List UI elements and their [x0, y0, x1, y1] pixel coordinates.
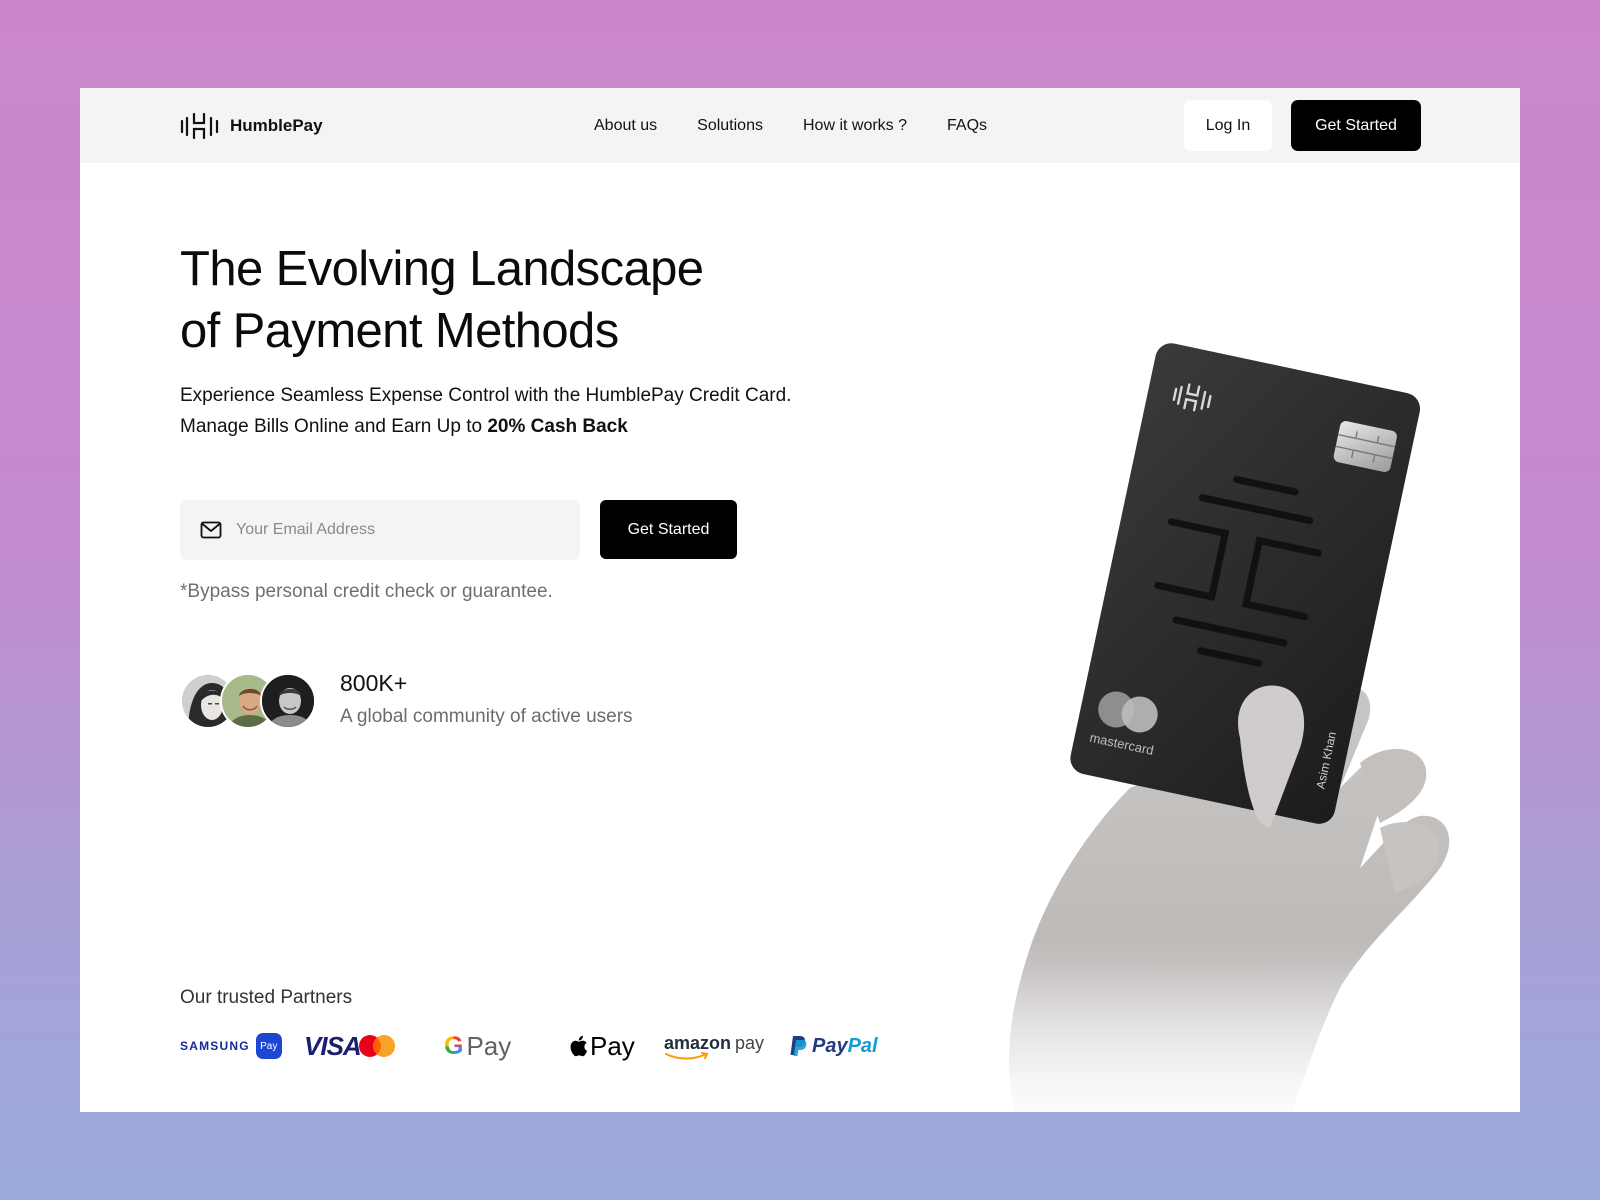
mail-icon: [200, 521, 222, 539]
mastercard-icon: [358, 1035, 395, 1057]
disclaimer-text: *Bypass personal credit check or guarant…: [180, 581, 553, 602]
paypal-icon: [790, 1036, 807, 1056]
paypal-wordmark-pay: Pay: [812, 1034, 848, 1057]
community-label: A global community of active users: [340, 706, 633, 727]
humblepay-logo-icon: [180, 112, 219, 140]
visa-mastercard-logo: VISA: [304, 1028, 397, 1064]
email-field[interactable]: [180, 500, 580, 560]
paypal-logo: Pay Pal: [788, 1028, 878, 1064]
nav-get-started-button[interactable]: Get Started: [1291, 100, 1421, 151]
samsung-wordmark: SAMSUNG: [180, 1039, 250, 1053]
amazon-pay-wordmark: pay: [735, 1032, 765, 1053]
hero-title-line1: The Evolving Landscape: [180, 242, 704, 296]
nav-link-about[interactable]: About us: [594, 117, 657, 135]
hero-subtitle: Experience Seamless Expense Control with…: [180, 380, 900, 442]
nav-link-how-it-works[interactable]: How it works ?: [803, 117, 907, 135]
hero-get-started-button[interactable]: Get Started: [600, 500, 737, 559]
nav-link-solutions[interactable]: Solutions: [697, 117, 763, 135]
nav-link-faqs[interactable]: FAQs: [947, 117, 987, 135]
hero-card-illustration: mastercard Asim Khan: [940, 268, 1460, 1112]
apple-pay-wordmark: Pay: [590, 1030, 635, 1061]
amazon-wordmark: amazon: [664, 1032, 732, 1053]
amazon-smile-icon: [665, 1051, 709, 1059]
avatar-group: [180, 673, 320, 729]
hero-title: The Evolving Landscape of Payment Method…: [180, 238, 820, 362]
nav-links: About us Solutions How it works ? FAQs: [594, 88, 987, 163]
landing-page: HumblePay About us Solutions How it work…: [80, 88, 1520, 1112]
avatar: [260, 673, 316, 729]
apple-icon: [570, 1035, 588, 1057]
amazon-pay-logo: amazon pay: [664, 1028, 764, 1064]
hero-subtitle-line1: Experience Seamless Expense Control with…: [180, 385, 792, 406]
hero-title-line2: of Payment Methods: [180, 304, 619, 358]
hand-holding-card-image: mastercard Asim Khan: [940, 343, 1460, 1112]
navbar: HumblePay About us Solutions How it work…: [80, 88, 1520, 163]
google-pay-wordmark: Pay: [466, 1030, 512, 1061]
google-g-icon: G: [444, 1031, 464, 1060]
login-button[interactable]: Log In: [1184, 100, 1272, 151]
brand-name: HumblePay: [230, 116, 323, 135]
community-count: 800K+: [340, 670, 408, 696]
visa-wordmark: VISA: [304, 1030, 362, 1061]
cashback-highlight: 20% Cash Back: [487, 416, 628, 437]
brand[interactable]: HumblePay: [180, 112, 323, 140]
hero-subtitle-line2: Manage Bills Online and Earn Up to: [180, 416, 488, 437]
pay-badge: Pay: [255, 1033, 282, 1059]
partners-logos: SAMSUNG Pay VISA G Pay Pay amazon pay Pa…: [180, 1028, 900, 1064]
man-portrait-icon: [262, 675, 314, 727]
email-input[interactable]: [236, 521, 556, 539]
apple-pay-logo: Pay: [568, 1028, 635, 1064]
partners-title: Our trusted Partners: [180, 987, 353, 1008]
google-pay-logo: G Pay: [444, 1028, 511, 1064]
paypal-wordmark-pal: Pal: [847, 1034, 878, 1057]
samsung-pay-logo: SAMSUNG Pay: [180, 1028, 282, 1064]
